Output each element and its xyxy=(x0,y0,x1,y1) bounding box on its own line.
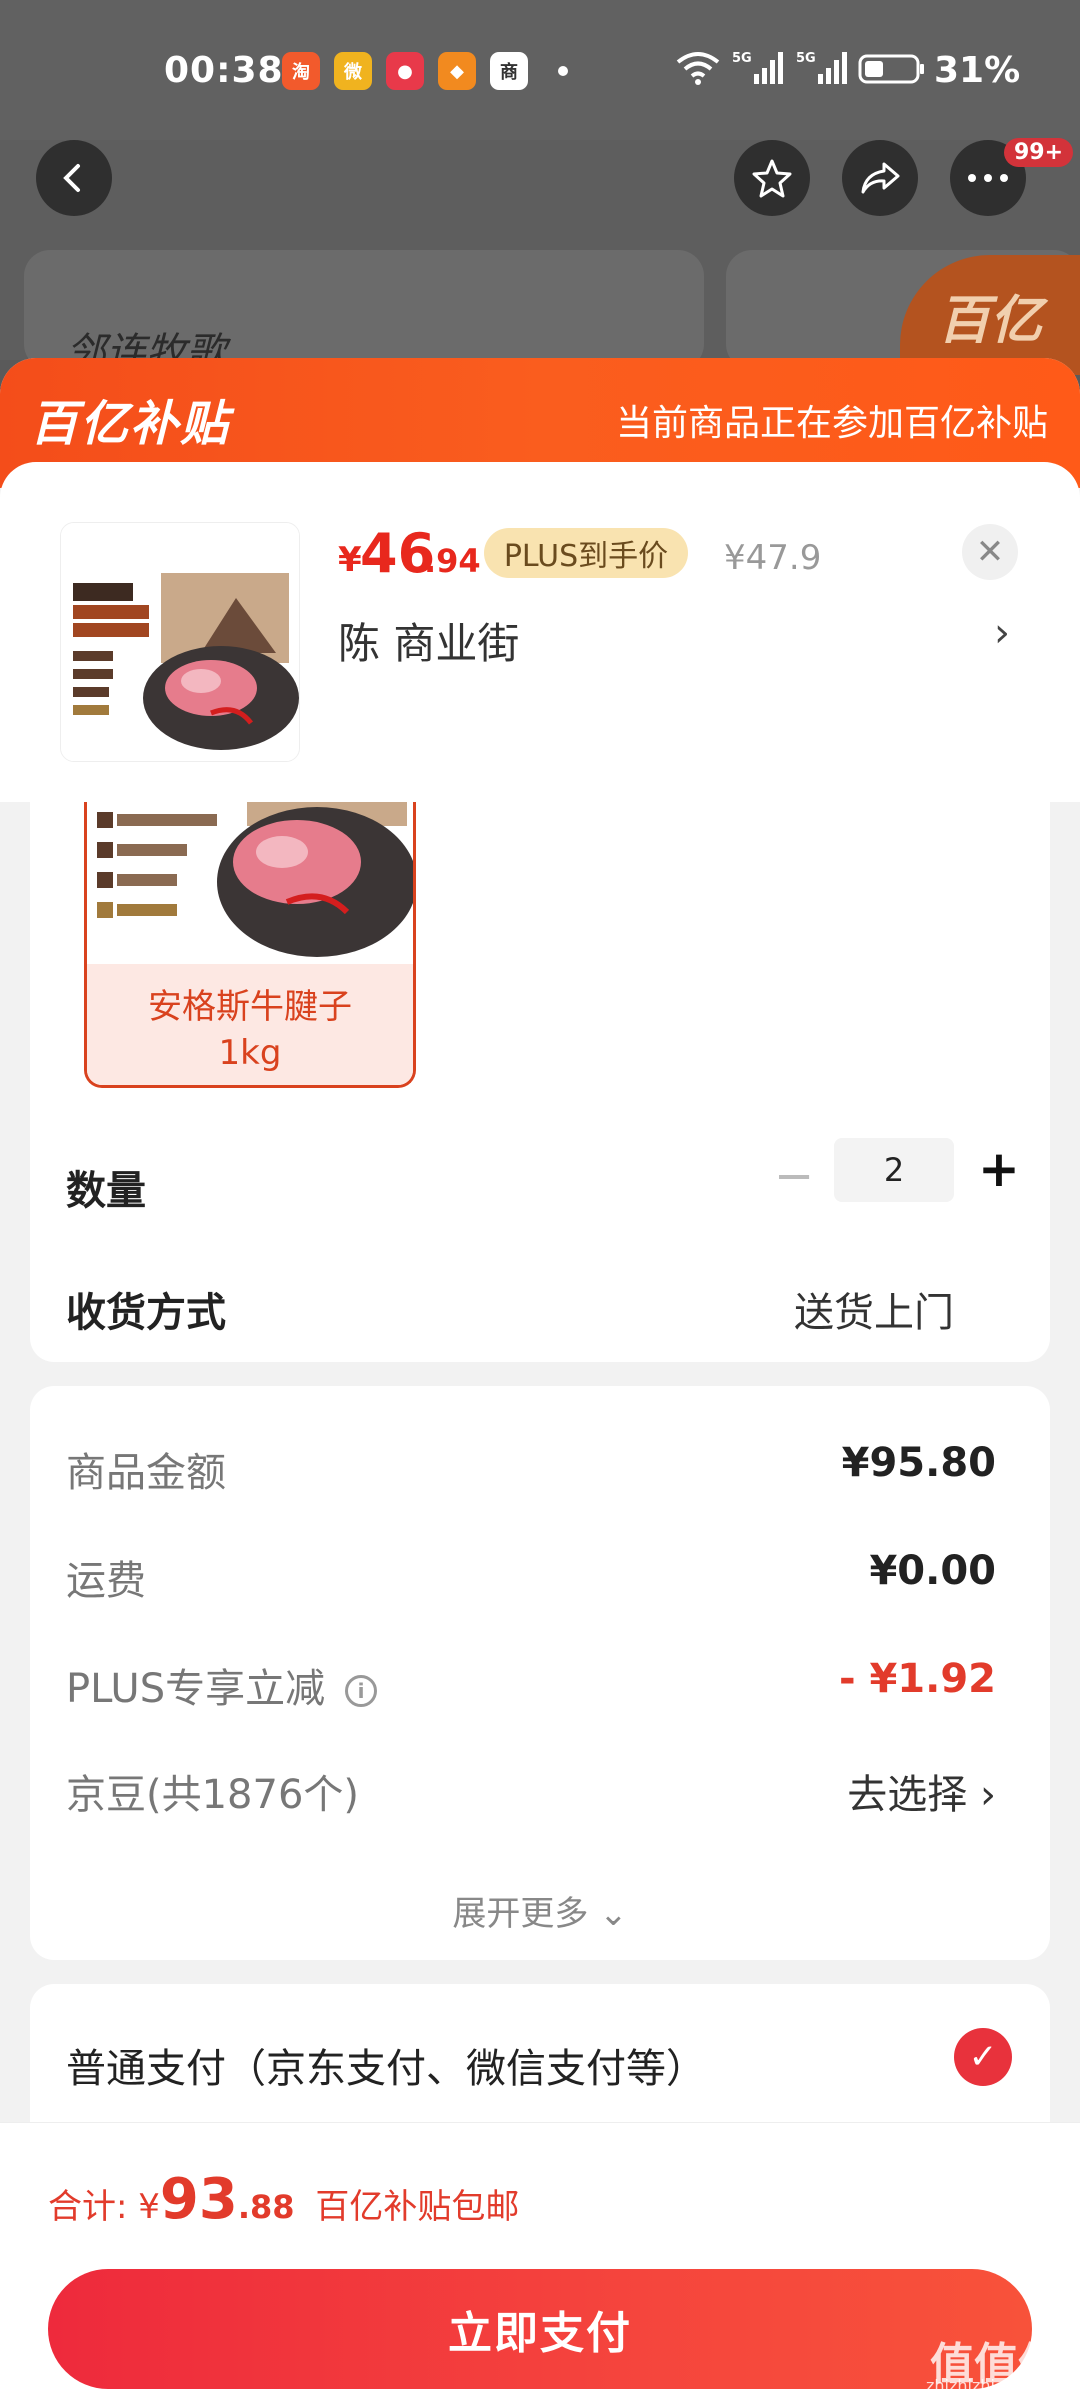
app-icon: ● xyxy=(386,52,424,90)
total-decimal: .88 xyxy=(237,2188,295,2226)
spec-option-selected[interactable]: 安格斯牛腱子 1kg xyxy=(84,802,416,1088)
watermark-sub: zhizhizhi.com xyxy=(926,2376,1035,2395)
delivery-address[interactable]: 陈 商业街 xyxy=(338,610,519,671)
more-badge: 99+ xyxy=(1004,138,1074,167)
favorite-button[interactable] xyxy=(734,140,810,216)
svg-text:5G: 5G xyxy=(732,51,752,66)
checkmark-icon[interactable]: ✓ xyxy=(954,2028,1012,2086)
close-button[interactable]: ✕ xyxy=(962,524,1018,580)
jingdou-select-text: 去选择 xyxy=(847,1772,968,1818)
plus-price-tag: PLUS到手价 xyxy=(484,528,688,578)
subsidy-note: 当前商品正在参加百亿补贴 xyxy=(615,403,1048,444)
star-icon xyxy=(752,159,792,198)
total-note: 百亿补贴包邮 xyxy=(315,2187,520,2227)
share-button[interactable] xyxy=(842,140,918,216)
app3-icon: 商 xyxy=(490,52,528,90)
expand-more-button[interactable]: 展开更多 ⌄ xyxy=(30,1886,1050,1935)
pay-now-button[interactable]: 立即支付 xyxy=(48,2269,1032,2389)
price-symbol: ¥ xyxy=(338,540,362,580)
plus-discount-row: PLUS专享立减 i - ¥1.92 xyxy=(66,1656,996,1714)
freight-value: ¥0.00 xyxy=(869,1548,996,1594)
spec-image xyxy=(87,802,413,964)
spec-name: 安格斯牛腱子 xyxy=(148,987,352,1027)
subsidy-brand: 百亿补贴 xyxy=(30,396,231,452)
jingdou-select-link[interactable]: 去选择 › xyxy=(847,1762,996,1820)
jingdou-label: 京豆(共1876个) xyxy=(66,1772,360,1818)
quantity-input[interactable]: 2 xyxy=(834,1138,954,1202)
status-time: 00:38 xyxy=(164,50,284,91)
goods-amount-label: 商品金额 xyxy=(66,1450,226,1496)
more-notifications-dot xyxy=(558,66,568,76)
total-integer: 93 xyxy=(159,2167,238,2232)
product-summary: ¥ 46 .94 PLUS到手价 ¥47.9 ✕ 陈 商业街 › xyxy=(0,462,1080,802)
back-button[interactable] xyxy=(36,140,112,216)
order-sheet: 百亿补贴 当前商品正在参加百亿补贴 ¥ 46 .94 PLUS到手价 ¥47.9… xyxy=(0,358,1080,2400)
product-image-icon xyxy=(61,523,299,761)
chevron-right-icon: › xyxy=(980,1772,996,1818)
status-bar: 00:38 淘 微 ● ◆ 商 5G 5G 31% xyxy=(0,0,1080,140)
freight-row: 运费 ¥0.00 xyxy=(66,1548,996,1606)
jingdou-row: 京豆(共1876个) 去选择 › xyxy=(66,1762,996,1820)
spec-weight: 1kg xyxy=(218,1033,282,1073)
plus-discount-value: - ¥1.92 xyxy=(838,1656,996,1702)
checkout-footer: 合计: ¥93.88 百亿补贴包邮 立即支付 xyxy=(0,2122,1080,2400)
freight-label: 运费 xyxy=(66,1558,146,1604)
more-icon xyxy=(968,174,1008,182)
original-price: ¥47.9 xyxy=(724,538,822,578)
taobao-icon: 淘 xyxy=(282,52,320,90)
spec-image-icon xyxy=(87,802,413,964)
signal-5g-icon: 5G xyxy=(732,51,783,84)
wifi-icon xyxy=(676,52,720,85)
product-thumbnail xyxy=(60,522,300,762)
cost-breakdown: 商品金额 ¥95.80 运费 ¥0.00 PLUS专享立减 i - ¥1.92 京… xyxy=(30,1386,1050,1960)
shipping-label: 收货方式 xyxy=(66,1290,226,1336)
total-label: 合计: ¥ xyxy=(48,2187,160,2227)
expand-more-text: 展开更多 xyxy=(452,1894,589,1934)
info-icon[interactable]: i xyxy=(345,1675,378,1707)
app2-icon: ◆ xyxy=(438,52,476,90)
order-total: 合计: ¥93.88 百亿补贴包邮 xyxy=(48,2167,519,2232)
plus-discount-label: PLUS专享立减 xyxy=(66,1666,326,1712)
svg-text:5G: 5G xyxy=(796,51,816,66)
quantity-increase-button[interactable]: + xyxy=(978,1140,1020,1198)
spec-card: 安格斯牛腱子 1kg 数量 − 2 + 收货方式 送货上门 xyxy=(30,802,1050,1362)
chevron-down-icon: ⌄ xyxy=(599,1894,628,1934)
back-icon xyxy=(63,164,80,192)
shipping-method[interactable]: 送货上门 xyxy=(794,1280,954,1338)
goods-amount-row: 商品金额 ¥95.80 xyxy=(66,1440,996,1498)
payment-method-label: 普通支付（京东支付、微信支付等） xyxy=(66,2046,706,2092)
battery-percent: 31% xyxy=(934,50,1021,91)
quantity-label: 数量 xyxy=(66,1168,146,1214)
price-decimal: .94 xyxy=(424,542,481,580)
share-icon xyxy=(861,162,900,194)
quantity-decrease-button[interactable]: − xyxy=(774,1148,814,1204)
close-icon: ✕ xyxy=(975,532,1005,572)
bg-subsidy-text: 百亿 xyxy=(938,291,1043,351)
goods-amount-value: ¥95.80 xyxy=(841,1440,996,1486)
battery-icon xyxy=(858,54,924,84)
spec-label: 安格斯牛腱子 1kg xyxy=(87,964,413,1085)
signal-5g-2-icon: 5G xyxy=(796,51,847,84)
weibo-icon: 微 xyxy=(334,52,372,90)
chevron-right-icon[interactable]: › xyxy=(994,610,1010,656)
